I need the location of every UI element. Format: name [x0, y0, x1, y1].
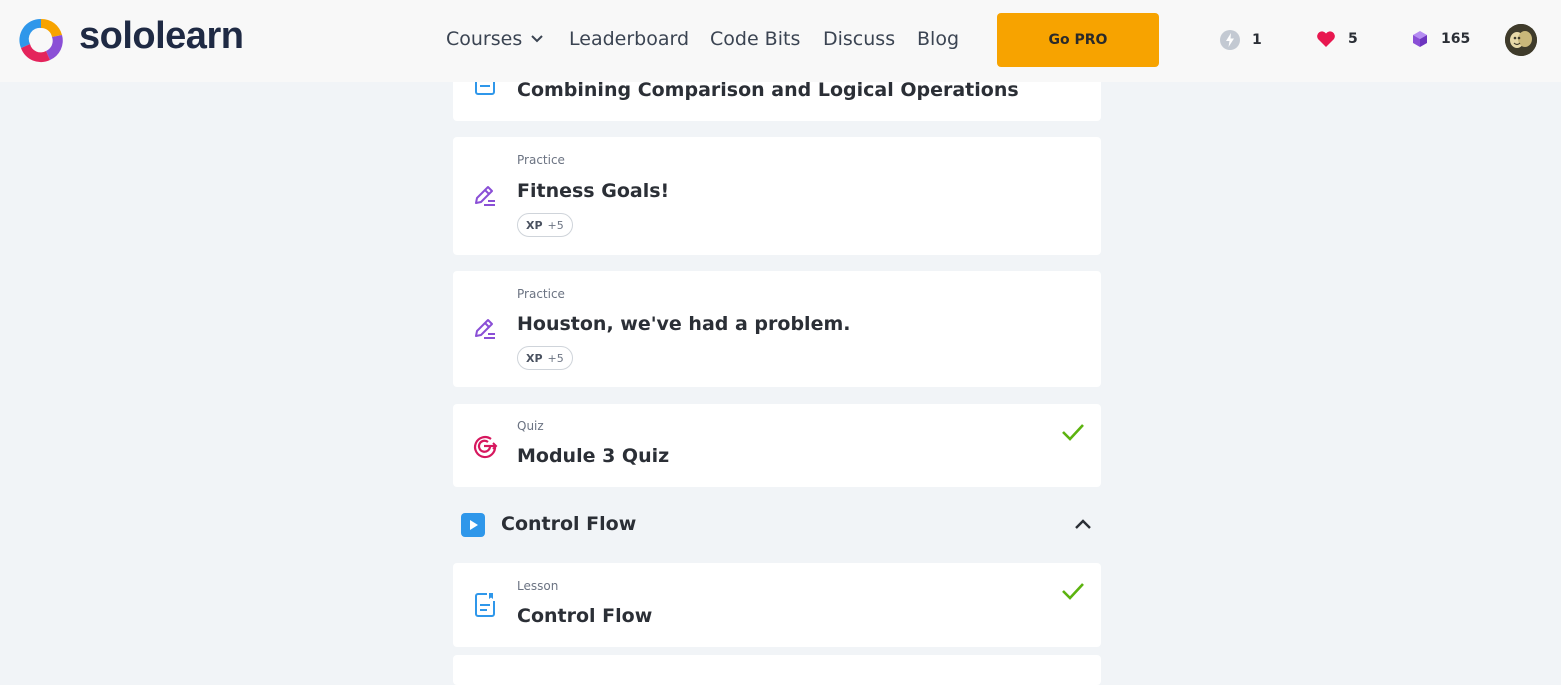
- xp-badge: XP +5: [517, 213, 573, 237]
- lesson-card[interactable]: Lesson Control Flow: [453, 563, 1101, 647]
- practice-title: Houston, we've had a problem.: [517, 313, 851, 335]
- nav-blog[interactable]: Blog: [917, 28, 959, 50]
- chevron-down-icon: [531, 35, 543, 43]
- quiz-card[interactable]: Quiz Module 3 Quiz: [453, 404, 1101, 487]
- lesson-icon: [475, 593, 495, 617]
- nav-code-bits[interactable]: Code Bits: [710, 28, 800, 50]
- hearts-count: 5: [1348, 31, 1358, 47]
- gems-count: 165: [1441, 31, 1471, 47]
- quiz-title: Module 3 Quiz: [517, 445, 670, 467]
- gems-counter[interactable]: 165: [1411, 30, 1470, 48]
- item-type-label: Lesson: [517, 579, 559, 593]
- item-type-label: Quiz: [517, 419, 544, 433]
- next-card[interactable]: [453, 655, 1101, 685]
- xp-label: XP: [526, 351, 543, 365]
- nav-discuss[interactable]: Discuss: [823, 28, 895, 50]
- hearts-counter[interactable]: 5: [1316, 30, 1358, 48]
- checkmark-icon: [1062, 424, 1084, 441]
- gem-cube-icon: [1413, 31, 1427, 47]
- section-header-control-flow[interactable]: Control Flow: [453, 503, 1101, 547]
- lesson-title: Control Flow: [517, 605, 653, 627]
- nav-courses-label: Courses: [446, 28, 523, 50]
- streak-count: 1: [1252, 32, 1262, 48]
- go-pro-button[interactable]: Go PRO: [997, 13, 1159, 67]
- top-navigation-bar: sololearn Courses Leaderboard Code Bits …: [0, 0, 1561, 82]
- target-icon: [474, 436, 498, 459]
- avatar-masks-icon: [1505, 24, 1537, 56]
- brand-name[interactable]: sololearn: [79, 17, 244, 55]
- checkmark-icon: [1062, 583, 1084, 600]
- xp-value: +5: [547, 218, 564, 232]
- chevron-up-icon[interactable]: [1073, 516, 1093, 532]
- pencil-icon: [475, 186, 495, 206]
- heart-icon: [1317, 31, 1335, 47]
- xp-badge: XP +5: [517, 346, 573, 370]
- section-title: Control Flow: [501, 513, 637, 535]
- xp-label: XP: [526, 218, 543, 232]
- practice-card[interactable]: Practice Fitness Goals! XP +5: [453, 137, 1101, 255]
- pencil-icon: [475, 319, 495, 339]
- play-icon: [461, 513, 485, 537]
- lesson-title: Combining Comparison and Logical Operati…: [517, 79, 1019, 101]
- avatar[interactable]: [1505, 24, 1537, 56]
- streak-counter[interactable]: 1: [1220, 30, 1262, 50]
- xp-value: +5: [547, 351, 564, 365]
- item-type-label: Practice: [517, 153, 565, 167]
- practice-card[interactable]: Practice Houston, we've had a problem. X…: [453, 271, 1101, 387]
- nav-leaderboard[interactable]: Leaderboard: [569, 28, 689, 50]
- nav-courses[interactable]: Courses: [446, 28, 544, 50]
- sololearn-logo-icon[interactable]: [16, 15, 66, 65]
- item-type-label: Practice: [517, 287, 565, 301]
- lightning-icon: [1220, 30, 1240, 50]
- play-triangle-icon: [470, 520, 478, 530]
- practice-title: Fitness Goals!: [517, 180, 670, 202]
